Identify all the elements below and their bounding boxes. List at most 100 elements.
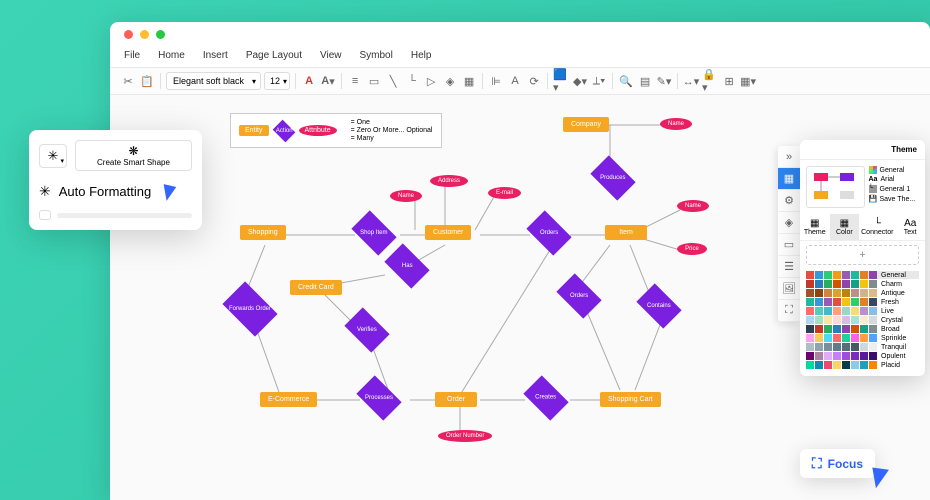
align-icon[interactable]: ≡	[347, 73, 363, 89]
arrange-icon[interactable]: ▦▾	[740, 73, 756, 89]
palette-antique[interactable]: Antique	[806, 289, 919, 297]
layers-side-icon[interactable]: ◈	[778, 212, 800, 234]
palette-placid[interactable]: Placid	[806, 361, 919, 369]
theme-option-save[interactable]: 💾Save The...	[869, 195, 920, 203]
palette-broad[interactable]: Broad	[806, 325, 919, 333]
palette-fresh[interactable]: Fresh	[806, 298, 919, 306]
expand-view-icon[interactable]: ⛶	[778, 300, 800, 322]
menu-symbol[interactable]: Symbol	[360, 50, 393, 61]
cut-icon[interactable]: ✂	[120, 73, 136, 89]
align-left-icon[interactable]: ⊫	[488, 73, 504, 89]
node-processes[interactable]: Processes	[356, 375, 401, 420]
node-verifies[interactable]: Verifies	[344, 307, 389, 352]
table-icon[interactable]: ▤	[637, 73, 653, 89]
node-name-2[interactable]: Name	[390, 190, 422, 202]
font-color-icon[interactable]: A	[301, 73, 317, 89]
maximize-window-button[interactable]	[156, 30, 165, 39]
connector-tab-icon: └	[861, 218, 893, 229]
grid-icon[interactable]: ▦	[461, 73, 477, 89]
palette-charm[interactable]: Charm	[806, 280, 919, 288]
node-contains[interactable]: Contains	[636, 283, 681, 328]
menu-page-layout[interactable]: Page Layout	[246, 50, 302, 61]
menu-insert[interactable]: Insert	[203, 50, 228, 61]
menu-view[interactable]: View	[320, 50, 342, 61]
cursor-pointer-icon	[868, 466, 890, 492]
node-name-3[interactable]: Name	[677, 200, 709, 212]
font-size-select[interactable]: 12	[264, 72, 290, 90]
node-ecommerce[interactable]: E-Commerce	[260, 392, 317, 407]
image-icon[interactable]: 🖼	[778, 278, 800, 300]
node-item[interactable]: Item	[605, 225, 647, 240]
text-tab-icon: Aa	[897, 218, 923, 229]
menu-home[interactable]: Home	[158, 50, 185, 61]
tab-text[interactable]: AaText	[895, 214, 925, 240]
rect-tool-icon[interactable]: ▭	[366, 73, 382, 89]
palette-tranquil[interactable]: Tranquil	[806, 343, 919, 351]
auto-formatting-slider[interactable]	[39, 210, 192, 220]
fill-icon[interactable]: 🟦▾	[553, 73, 569, 89]
grid-view-icon[interactable]: ⊞	[721, 73, 737, 89]
node-company[interactable]: Company	[563, 117, 609, 132]
list-icon[interactable]: ☰	[778, 256, 800, 278]
crop-icon[interactable]: ⟂▾	[591, 73, 607, 89]
theme-option-general[interactable]: General	[869, 166, 920, 174]
node-shop-item[interactable]: Shop Item	[351, 210, 396, 255]
shape-fill-icon[interactable]: ◆▾	[572, 73, 588, 89]
palette-general[interactable]: General	[806, 271, 919, 279]
slider-knob[interactable]	[39, 210, 51, 220]
theme-preview-box[interactable]	[806, 166, 865, 208]
lock-icon[interactable]: 🔒▾	[702, 73, 718, 89]
search-icon[interactable]: 🔍	[618, 73, 634, 89]
palette-crystal[interactable]: Crystal	[806, 316, 919, 324]
expand-icon[interactable]: »	[778, 146, 800, 168]
node-name-1[interactable]: Name	[660, 118, 692, 130]
node-creates[interactable]: Creates	[523, 375, 568, 420]
node-has[interactable]: Has	[384, 243, 429, 288]
tab-color[interactable]: ▦Color	[830, 214, 860, 240]
node-shopping-cart[interactable]: Shopping Cart	[600, 392, 661, 407]
palette-sprinkle[interactable]: Sprinkle	[806, 334, 919, 342]
arrow-select-icon[interactable]: ↔▾	[683, 73, 699, 89]
menu-help[interactable]: Help	[411, 50, 432, 61]
paste-icon[interactable]: 📋	[139, 73, 155, 89]
node-orders-1[interactable]: Orders	[526, 210, 571, 255]
minimize-window-button[interactable]	[140, 30, 149, 39]
node-produces[interactable]: Produces	[590, 155, 635, 200]
page-icon[interactable]: ▭	[778, 234, 800, 256]
add-theme-button[interactable]: +	[806, 245, 919, 265]
font-effect-icon[interactable]: ⟳	[526, 73, 542, 89]
font-family-select[interactable]: Elegant soft black	[166, 72, 261, 90]
tab-theme[interactable]: ▦Theme	[800, 214, 830, 240]
node-email[interactable]: E-mail	[488, 187, 521, 199]
node-order[interactable]: Order	[435, 392, 477, 407]
node-forwards[interactable]: Forwards Order	[222, 281, 277, 336]
node-customer[interactable]: Customer	[425, 225, 471, 240]
theme-option-arial[interactable]: AaArial	[869, 176, 920, 183]
node-order-number[interactable]: Order Number	[438, 430, 492, 442]
spark-button[interactable]: ✳	[39, 144, 67, 168]
palette-live[interactable]: Live	[806, 307, 919, 315]
theme-option-general1[interactable]: └General 1	[869, 185, 920, 193]
node-shopping[interactable]: Shopping	[240, 225, 286, 240]
tab-connector[interactable]: └Connector	[859, 214, 895, 240]
line-tool-icon[interactable]: ╲	[385, 73, 401, 89]
connector-tool-icon[interactable]: └	[404, 73, 420, 89]
node-price[interactable]: Price	[677, 243, 707, 255]
layers-icon[interactable]: ◈	[442, 73, 458, 89]
menu-file[interactable]: File	[124, 50, 140, 61]
node-credit-card[interactable]: Credit Card	[290, 280, 342, 295]
focus-button[interactable]: ⛶ Focus	[800, 449, 875, 478]
grid-tool-icon[interactable]: ▦	[778, 168, 800, 190]
gear-icon[interactable]: ⚙	[778, 190, 800, 212]
text-a-icon[interactable]: A	[507, 73, 523, 89]
pointer-tool-icon[interactable]: ▷	[423, 73, 439, 89]
palette-list: General Charm Antique Fresh Live Crystal…	[800, 269, 925, 376]
close-window-button[interactable]	[124, 30, 133, 39]
node-orders-2[interactable]: Orders	[556, 273, 601, 318]
create-smart-shape-button[interactable]: ❋ Create Smart Shape	[75, 140, 192, 171]
node-address[interactable]: Address	[430, 175, 468, 187]
pen-icon[interactable]: ✎▾	[656, 73, 672, 89]
text-icon[interactable]: A▾	[320, 73, 336, 89]
auto-formatting-button[interactable]: ✳ Auto Formatting	[39, 183, 192, 200]
palette-opulent[interactable]: Opulent	[806, 352, 919, 360]
